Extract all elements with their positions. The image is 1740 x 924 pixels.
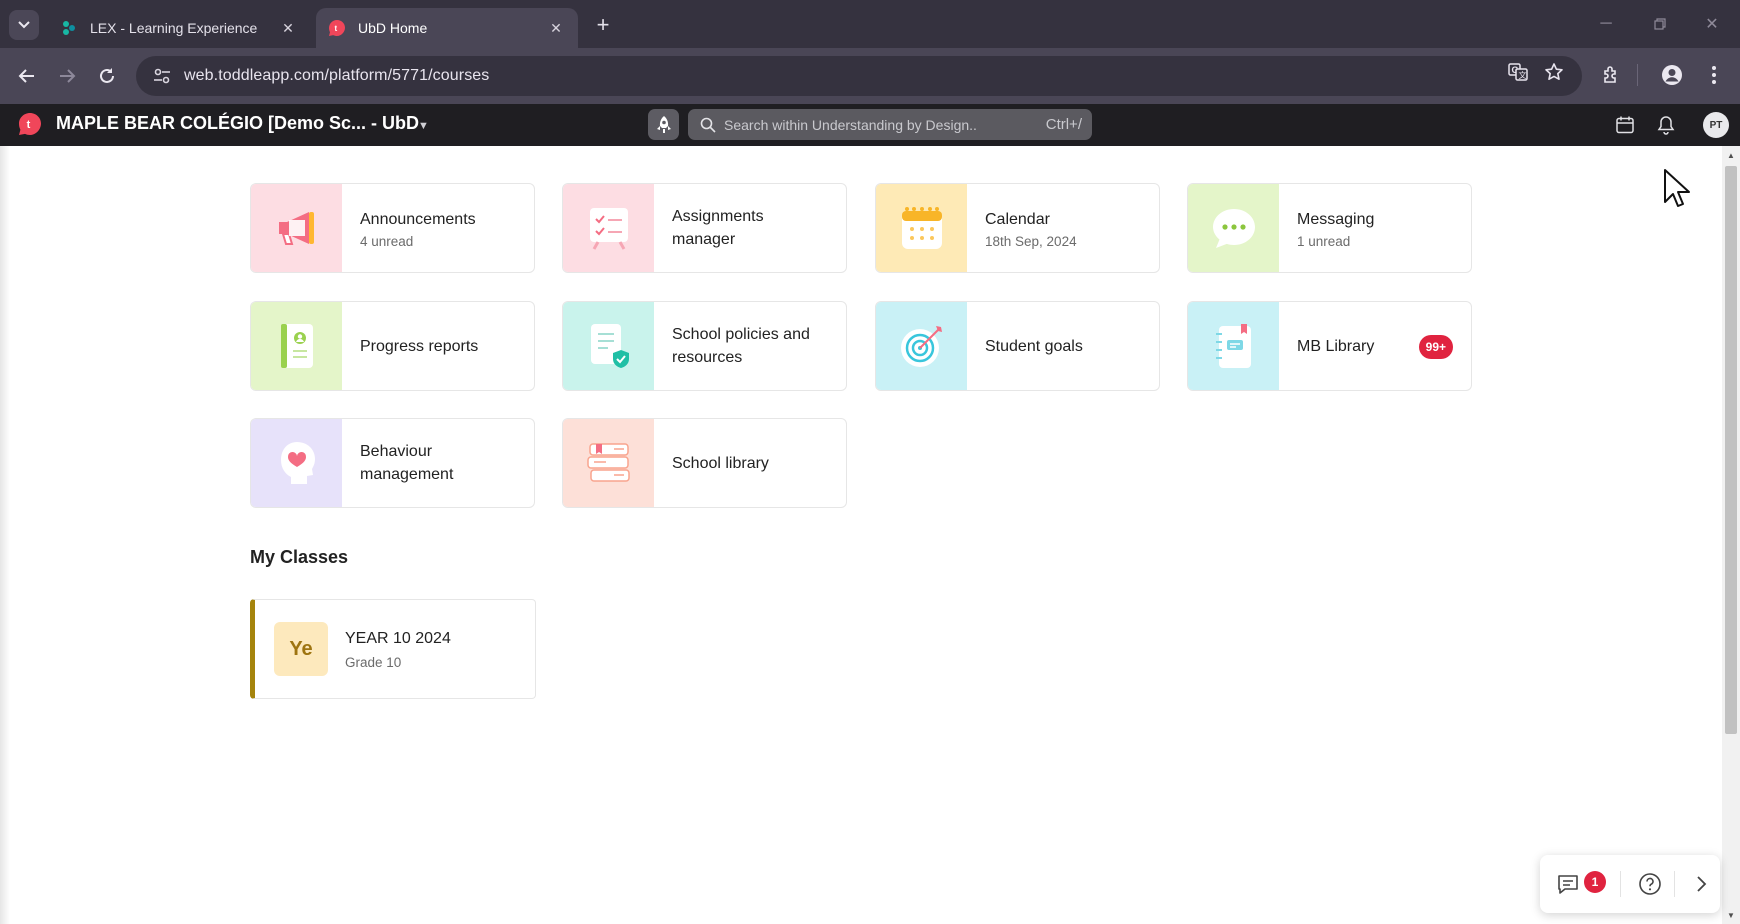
browser-menu-icon[interactable] [1699,60,1729,90]
url-text: web.toddleapp.com/platform/5771/courses [184,67,490,84]
tab-lex[interactable]: LEX - Learning Experience ✕ [48,8,310,48]
site-settings-icon[interactable] [142,56,182,96]
app-header: t MAPLE BEAR COLÉGIO [Demo Sc... - UbD ▼… [0,104,1740,146]
rocket-icon [656,115,671,133]
profile-icon[interactable] [1657,60,1687,90]
tile-title: Behaviour management [360,443,454,483]
tile-school-policies[interactable]: School policies and resources [562,301,847,391]
extensions-icon[interactable] [1596,60,1626,90]
translate-icon[interactable]: G文 [1504,58,1532,86]
svg-text:t: t [27,119,31,131]
scrollbar-thumb[interactable] [1725,166,1737,734]
back-button[interactable] [11,60,43,92]
tile-behaviour-management[interactable]: Behaviour management [250,418,535,508]
bookmark-star-icon[interactable] [1540,58,1568,86]
school-title[interactable]: MAPLE BEAR COLÉGIO [Demo Sc... - UbD [56,113,419,134]
tile-subtitle: 4 unread [360,233,414,249]
close-icon[interactable]: ✕ [546,18,566,38]
left-edge-shadow [0,146,10,924]
search-icon [692,117,724,133]
reload-button[interactable] [91,60,123,92]
tile-subtitle: 1 unread [1297,233,1351,249]
minimize-icon[interactable]: ─ [1592,12,1620,36]
svg-text:文: 文 [1519,70,1527,80]
scroll-down-arrow-icon[interactable]: ▼ [1722,908,1740,922]
chevron-down-icon [18,21,30,29]
close-icon[interactable]: ✕ [278,18,298,38]
caret-down-icon[interactable]: ▼ [418,120,429,132]
class-name: YEAR 10 2024 [345,630,451,647]
class-card[interactable]: Ye YEAR 10 2024 Grade 10 [250,599,536,699]
tile-calendar[interactable]: Calendar 18th Sep, 2024 [875,183,1160,273]
page-content: Announcements 4 unread Assignments manag… [0,146,1722,924]
tile-title: School library [672,454,769,472]
widget-divider [1620,871,1621,897]
restore-icon[interactable] [1646,12,1674,36]
class-grade: Grade 10 [345,655,402,670]
notification-badge: 99+ [1418,335,1453,359]
chevron-right-icon[interactable] [1688,870,1716,898]
browser-titlebar: LEX - Learning Experience ✕ t UbD Home ✕… [0,0,1740,48]
browser-toolbar: web.toddleapp.com/platform/5771/courses … [0,48,1740,104]
tile-messaging[interactable]: Messaging 1 unread [1187,183,1472,273]
tile-title: School policies and resources [672,326,810,366]
notebook-icon [1188,302,1279,390]
help-widget: 1 [1540,855,1720,913]
report-book-icon [251,302,342,390]
window-close-icon[interactable]: ✕ [1698,12,1726,36]
tab-ubd-home[interactable]: t UbD Home ✕ [316,8,578,48]
tab-title: LEX - Learning Experience [90,20,258,36]
books-stack-icon [563,419,654,507]
tile-title: Messaging [1297,210,1375,228]
forward-button[interactable] [51,60,83,92]
head-heart-icon [251,419,342,507]
megaphone-icon [251,184,342,272]
reload-icon [100,68,114,83]
chat-bubble-icon [1188,184,1279,272]
svg-text:t: t [335,24,338,33]
rocket-button[interactable] [648,109,679,140]
arrow-right-icon [60,69,76,83]
search-shortcut-hint: Ctrl+/ [1045,116,1082,133]
global-search[interactable]: Ctrl+/ [688,109,1092,140]
my-classes-heading: My Classes [250,547,349,567]
class-avatar: Ye [274,622,328,676]
lex-logo-icon [60,19,78,37]
chat-badge: 1 [1584,871,1606,893]
toolbar-divider [1637,64,1638,86]
tile-announcements[interactable]: Announcements 4 unread [250,183,535,273]
tile-title: Student goals [985,337,1083,355]
scroll-up-arrow-icon[interactable]: ▲ [1722,148,1740,162]
tile-title: Announcements [360,210,476,228]
chat-icon[interactable] [1554,870,1582,898]
tile-title: Calendar [985,210,1050,228]
arrow-left-icon [18,69,34,83]
tile-assignments-manager[interactable]: Assignments manager [562,183,847,273]
tile-student-goals[interactable]: Student goals [875,301,1160,391]
checklist-board-icon [563,184,654,272]
toddle-logo-icon[interactable]: t [18,112,42,136]
calendar-icon[interactable] [1612,112,1638,138]
tab-search-button[interactable] [9,10,39,40]
help-icon[interactable] [1636,870,1664,898]
address-bar[interactable]: web.toddleapp.com/platform/5771/courses [136,56,1582,96]
tile-title: Progress reports [360,337,479,355]
tile-subtitle: 18th Sep, 2024 [985,233,1077,249]
search-input[interactable] [724,116,1046,133]
tile-school-library[interactable]: School library [562,418,847,508]
policy-document-icon [563,302,654,390]
tab-title: UbD Home [358,20,428,36]
widget-divider [1674,871,1675,897]
page-scrollbar[interactable]: ▲ ▼ [1722,146,1740,924]
tile-mb-library[interactable]: MB Library 99+ [1187,301,1472,391]
user-avatar[interactable]: PT [1703,112,1729,138]
bell-icon[interactable] [1653,112,1679,138]
tile-title: Assignments manager [672,208,764,248]
target-icon [876,302,967,390]
new-tab-button[interactable]: + [590,12,616,38]
mouse-cursor-icon [1663,168,1691,208]
tile-progress-reports[interactable]: Progress reports [250,301,535,391]
toddle-logo-icon: t [328,19,346,37]
calendar-icon [876,184,967,272]
